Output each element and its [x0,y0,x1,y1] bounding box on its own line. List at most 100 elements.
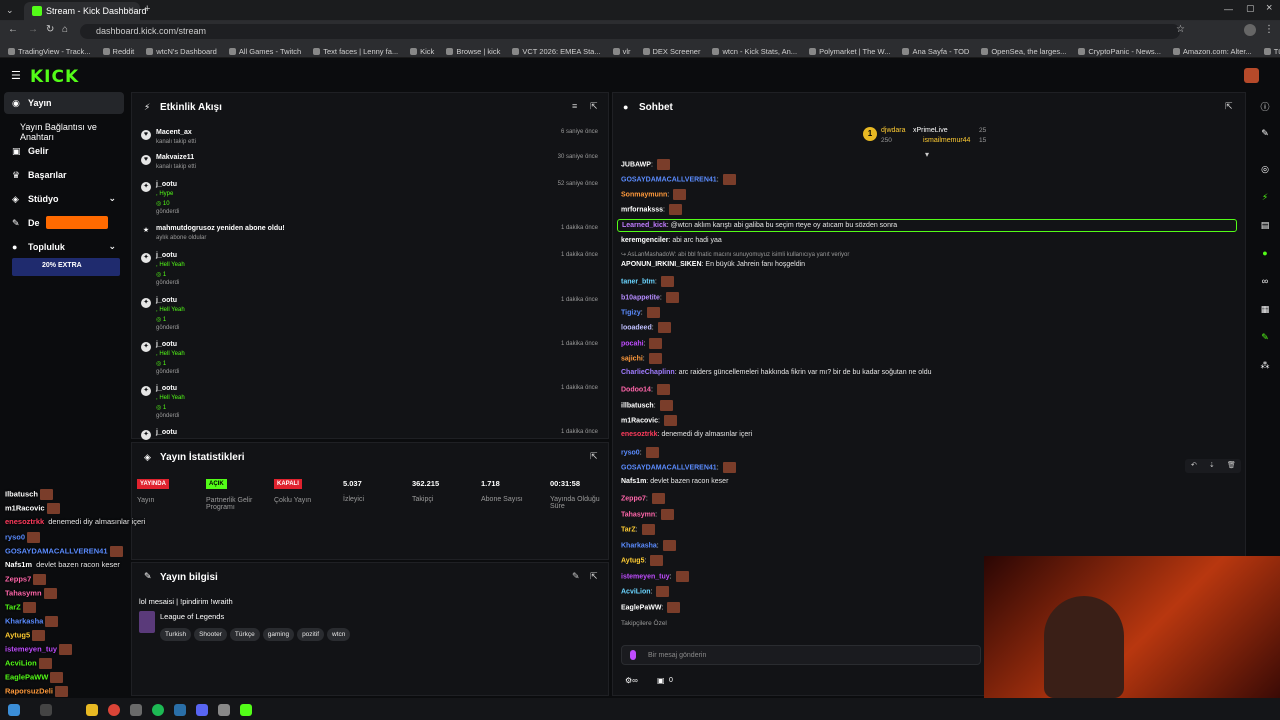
user-avatar[interactable] [1244,68,1259,83]
chat-username[interactable]: AcviLion [621,588,651,595]
camera-icon[interactable]: ◎ [1258,164,1272,178]
back-icon[interactable]: ← [8,24,18,35]
app-icon[interactable] [130,704,142,716]
new-tab-button[interactable]: + [144,3,150,15]
leader-name[interactable]: ismailmemur44 [923,137,970,144]
link-icon[interactable]: ∞ [1258,276,1272,290]
kick-icon[interactable] [240,704,252,716]
activity-name[interactable]: j_ootu [156,385,177,392]
chat-username[interactable]: CharlieChaplinn [621,369,675,376]
activity-name[interactable]: j_ootu [156,252,177,259]
tag-pill[interactable]: Shooter [194,628,227,641]
bookmark-item[interactable]: Text faces | Lenny fa... [313,46,398,57]
sidebar-item-yayin[interactable]: ◉ Yayın [4,92,124,114]
chat-username[interactable]: Sonmaymunn [621,191,667,198]
bookmark-item[interactable]: Tüm Yer İşaretleri [1263,46,1280,57]
bookmark-item[interactable]: Polymarket | The W... [809,46,890,57]
activity-name[interactable]: Macent_ax [156,129,192,136]
bookmark-item[interactable]: Ana Sayfa - TOD [902,46,969,57]
discord-icon[interactable] [196,704,208,716]
chat-username[interactable]: pocahi [621,340,644,347]
chat-username[interactable]: sajichi [621,355,643,362]
bookmark-item[interactable]: VCT 2026: EMEA Sta... [512,46,601,57]
chat-username[interactable]: Kharkasha [621,542,657,549]
sidebar-item-stream-key[interactable]: Yayın Bağlantısı ve Anahtarı [4,116,128,142]
chat-username[interactable]: GOSAYDAMACALLVEREN41 [621,464,717,471]
chat-input[interactable]: Bir mesaj gönderin [621,645,981,665]
tag-pill[interactable]: Turkish [160,628,192,641]
chat-username[interactable]: ryso0 [621,449,640,456]
bookmark-star-icon[interactable]: ☆ [1176,24,1185,35]
chat-username[interactable]: looadeed [621,324,652,331]
chat-username[interactable]: Tigizy [621,309,641,316]
chat-icon[interactable]: ● [1258,248,1272,262]
browser-menu-icon[interactable]: ⋮ [1264,24,1274,35]
expand-leaderboard-icon[interactable]: ▾ [925,150,929,159]
chat-username[interactable]: keremgenciler [621,237,668,244]
bookmark-item[interactable]: DEX Screener [642,46,700,57]
bookmark-item[interactable]: wtcn - Kick Stats, An... [712,46,797,57]
group-icon[interactable]: ⁂ [1258,360,1272,374]
sidebar-item-studyo[interactable]: ◈ Stüdyo ⌄ [4,188,124,210]
activity-name[interactable]: Makvaize11 [156,154,194,161]
chat-username[interactable]: Learned_kick [622,222,667,229]
promo-banner[interactable]: 20% EXTRA [12,258,120,276]
tab-search-icon[interactable]: ⌄ [6,5,14,16]
chat-username[interactable]: mrfornaksss [621,206,663,213]
bookmark-item[interactable]: CryptoPanic - News... [1078,46,1161,57]
chat-username[interactable]: istemeyen_tuy [621,573,670,580]
tag-pill[interactable]: gaming [262,628,295,641]
tag-pill[interactable]: pozitif [297,628,325,641]
obs-icon[interactable] [218,704,230,716]
chat-username[interactable]: Dodoo14 [621,386,651,393]
chat-username[interactable]: Nafs1m [621,478,646,485]
forward-icon[interactable]: → [28,24,38,35]
maximize-icon[interactable]: ▢ [1246,3,1255,14]
activity-name[interactable]: mahmutdogrusoz yeniden abone oldu! [156,225,285,232]
chat-username[interactable]: Aytug5 [621,557,644,564]
sidebar-item-topluluk[interactable]: ● Topluluk ⌄ [4,236,124,258]
profile-avatar[interactable] [1244,24,1256,36]
chart-icon[interactable]: ▤ [1258,220,1272,234]
leader-name[interactable]: djwdara [881,127,906,134]
edit-icon[interactable]: ✎ [1258,128,1272,142]
layers-icon[interactable]: ▦ [1258,304,1272,318]
bookmark-item[interactable]: Browse | kick [446,46,500,57]
delete-icon[interactable]: 🗑 [1227,461,1236,469]
activity-name[interactable]: j_ootu [156,341,177,348]
bookmark-item[interactable]: vlr [612,46,631,57]
lightning-icon[interactable]: ⚡ [1258,192,1272,206]
chat-username[interactable]: enesoztrkk [621,431,658,438]
activity-name[interactable]: j_ootu [156,297,177,304]
chat-username[interactable]: TarZ [621,526,636,533]
file-explorer-icon[interactable] [86,704,98,716]
hamburger-menu-icon[interactable]: ☰ [11,69,21,82]
info-icon[interactable]: ⓘ [1258,100,1272,114]
chat-username[interactable]: Zeppo7 [621,495,646,502]
popout-icon[interactable]: ⇱ [590,101,598,112]
windows-start-icon[interactable] [8,704,20,716]
kick-logo[interactable]: KICK [30,67,79,87]
chat-username[interactable]: APONUN_IRKINI_SIKEN [621,261,702,268]
leader-name[interactable]: xPrimeLive [913,127,948,134]
category-name[interactable]: League of Legends [160,612,224,621]
reload-icon[interactable]: ↻ [46,24,54,35]
chat-username[interactable]: m1Racovic [621,417,658,424]
chrome-icon[interactable] [108,704,120,716]
chat-username[interactable]: illbatusch [621,402,654,409]
minimize-icon[interactable]: — [1224,4,1233,14]
chat-username[interactable]: Tahasymn [621,511,655,518]
pin-icon[interactable]: ⇣ [1209,461,1215,469]
sidebar-item-basarilar[interactable]: ♛ Başarılar [4,164,124,186]
home-icon[interactable]: ⌂ [62,24,68,35]
tag-pill[interactable]: wtcn [327,628,351,641]
chat-username[interactable]: taner_btm [621,278,655,285]
settings-icon[interactable]: ⚙∞ [625,676,638,685]
filter-icon[interactable]: ≡ [572,101,577,111]
edit-icon[interactable]: ✎ [572,571,580,582]
popout-icon[interactable]: ⇱ [590,451,598,462]
sidebar-item-de[interactable]: ✎ De [4,212,124,234]
sidebar-item-gelir[interactable]: ▣ Gelir [4,140,124,162]
search-icon[interactable] [40,704,52,716]
popout-icon[interactable]: ⇱ [1225,101,1233,112]
